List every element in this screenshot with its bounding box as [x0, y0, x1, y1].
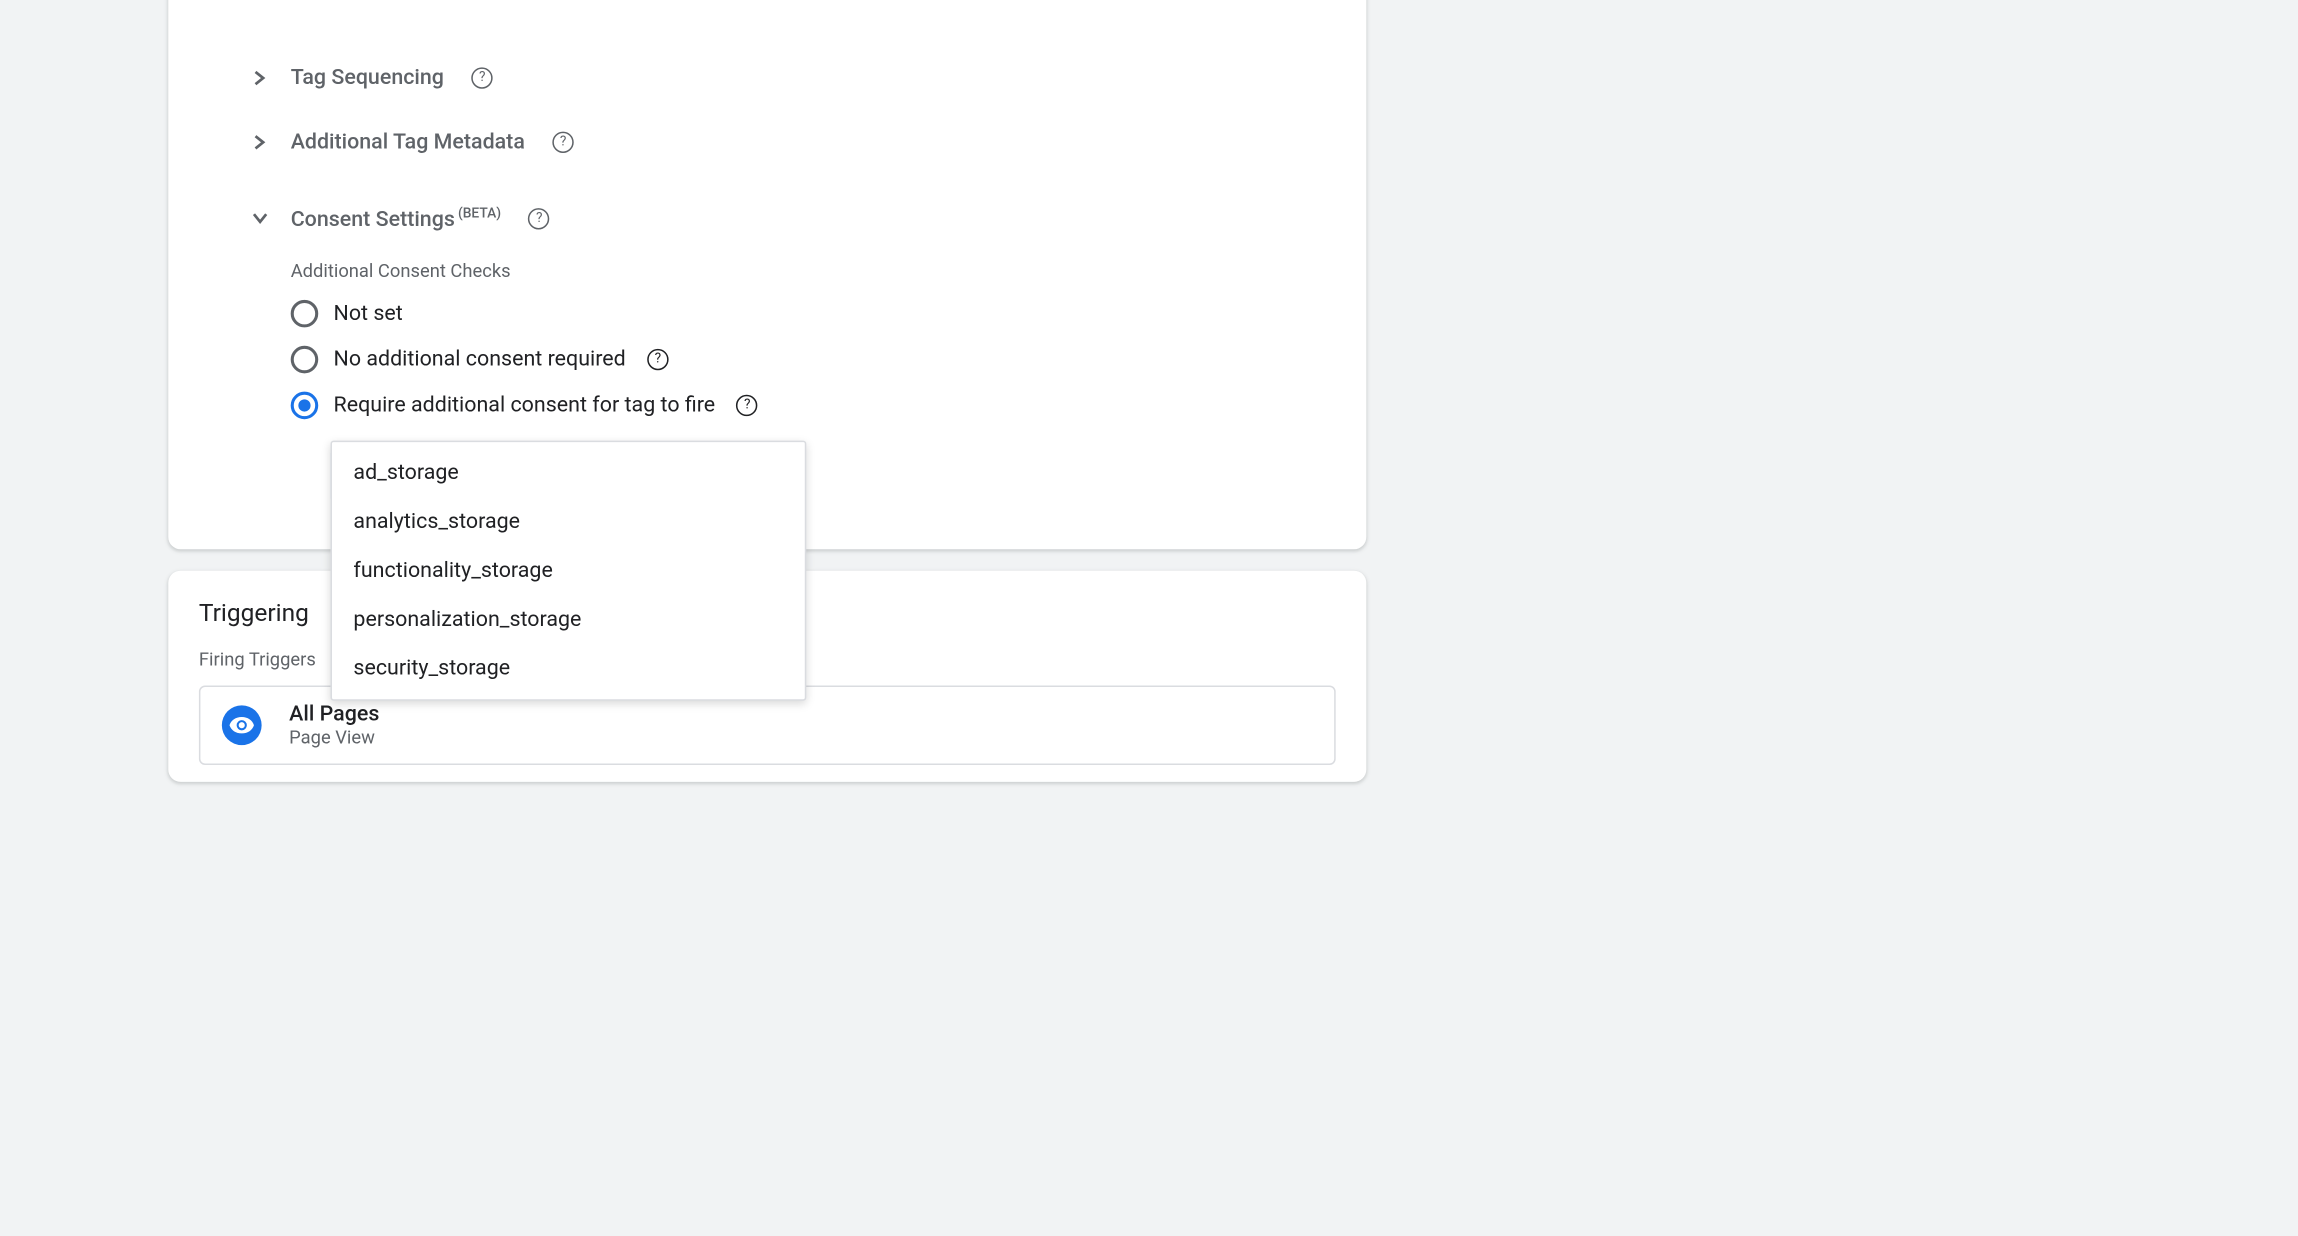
radio-row-require[interactable]: Require additional consent for tag to fi… [291, 383, 1367, 429]
help-icon[interactable]: ? [529, 208, 550, 229]
dropdown-item[interactable]: analytics_storage [332, 497, 805, 546]
dropdown-item[interactable]: security_storage [332, 644, 805, 693]
additional-metadata-section[interactable]: Additional Tag Metadata ? [168, 110, 1366, 174]
radio-icon[interactable] [291, 300, 319, 328]
beta-badge: (BETA) [458, 206, 501, 221]
consent-dropdown: ad_storage analytics_storage functionali… [330, 441, 806, 701]
trigger-name: All Pages [289, 702, 379, 726]
radio-label: No additional consent required [334, 347, 626, 371]
section-title: Additional Tag Metadata [291, 130, 525, 154]
dropdown-item[interactable]: functionality_storage [332, 546, 805, 595]
consent-title-text: Consent Settings [291, 207, 455, 231]
radio-icon-selected[interactable] [291, 392, 319, 420]
radio-icon[interactable] [291, 346, 319, 374]
radio-row-no-additional[interactable]: No additional consent required ? [291, 337, 1367, 383]
trigger-type: Page View [289, 727, 379, 748]
help-icon[interactable]: ? [737, 395, 758, 416]
help-icon[interactable]: ? [472, 67, 493, 88]
radio-label: Not set [334, 301, 403, 325]
tag-sequencing-section[interactable]: Tag Sequencing ? [168, 46, 1366, 110]
page-view-icon [222, 705, 262, 745]
radio-row-not-set[interactable]: Not set [291, 291, 1367, 337]
section-title: Tag Sequencing [291, 66, 444, 90]
consent-sub-label: Additional Consent Checks [291, 260, 1367, 281]
section-title: Consent Settings(BETA) [291, 206, 501, 231]
radio-label: Require additional consent for tag to fi… [334, 393, 716, 417]
trigger-text: All Pages Page View [289, 702, 379, 748]
help-icon[interactable]: ? [552, 132, 573, 153]
chevron-down-icon [251, 213, 269, 225]
consent-settings-section[interactable]: Consent Settings(BETA) ? [168, 187, 1366, 251]
help-icon[interactable]: ? [647, 349, 668, 370]
dropdown-item[interactable]: personalization_storage [332, 595, 805, 644]
tag-settings-card: Tag Sequencing ? Additional Tag Metadata… [168, 0, 1366, 549]
chevron-right-icon [251, 135, 269, 150]
dropdown-item[interactable]: ad_storage [332, 448, 805, 497]
chevron-right-icon [251, 70, 269, 85]
